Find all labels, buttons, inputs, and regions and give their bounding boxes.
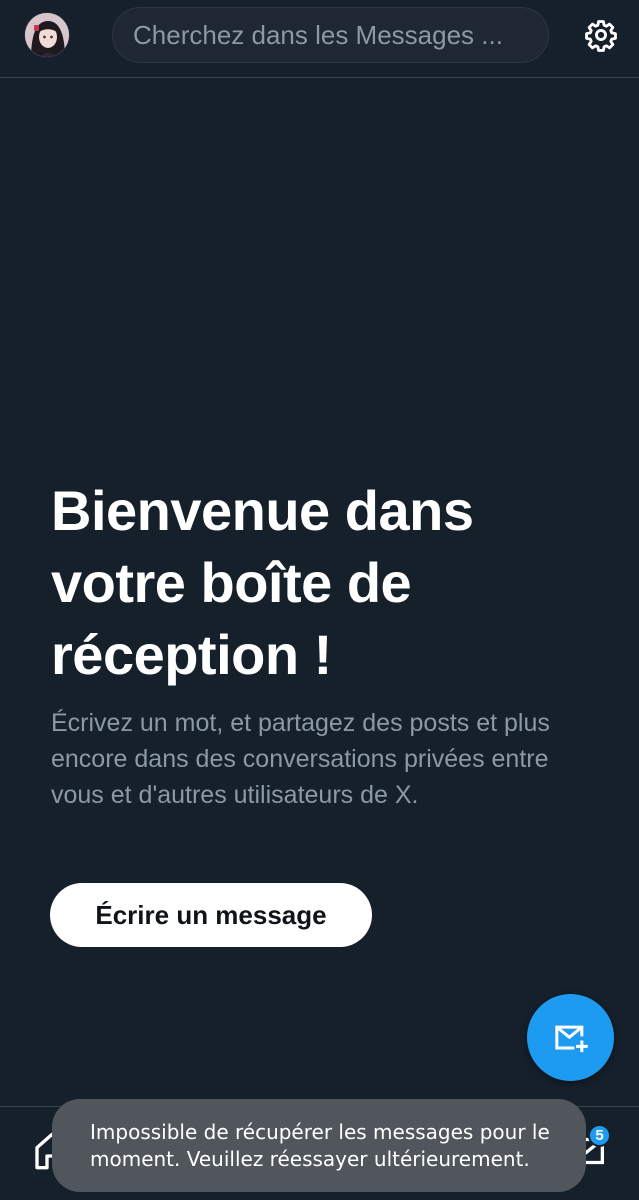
- new-message-icon: [554, 1025, 588, 1052]
- gear-icon[interactable]: [582, 16, 620, 54]
- search-input[interactable]: Cherchez dans les Messages ...: [112, 7, 549, 63]
- welcome-section: Bienvenue dans votre boîte de réception …: [51, 475, 591, 813]
- avatar-image: [25, 13, 69, 57]
- top-bar: Cherchez dans les Messages ...: [0, 0, 639, 78]
- search-placeholder: Cherchez dans les Messages ...: [133, 19, 503, 50]
- messages-page: Cherchez dans les Messages ... Bienvenue…: [0, 0, 639, 1200]
- toast-message-line: moment. Veuillez réessayer ultérieuremen…: [90, 1147, 530, 1171]
- welcome-title-line: Bienvenue dans: [51, 479, 474, 542]
- messages-badge: 5: [588, 1124, 611, 1147]
- write-message-button[interactable]: Écrire un message: [50, 883, 372, 947]
- new-message-fab[interactable]: [527, 994, 614, 1081]
- welcome-title-line: réception !: [51, 623, 332, 686]
- error-toast: Impossible de récupérer les messages pou…: [52, 1099, 586, 1192]
- welcome-description: Écrivez un mot, et partagez des posts et…: [51, 709, 550, 809]
- avatar[interactable]: [24, 12, 70, 58]
- welcome-title-line: votre boîte de: [51, 551, 412, 614]
- toast-message-line: Impossible de récupérer les messages pou…: [90, 1120, 550, 1144]
- welcome-title: Bienvenue dans votre boîte de réception …: [51, 475, 591, 691]
